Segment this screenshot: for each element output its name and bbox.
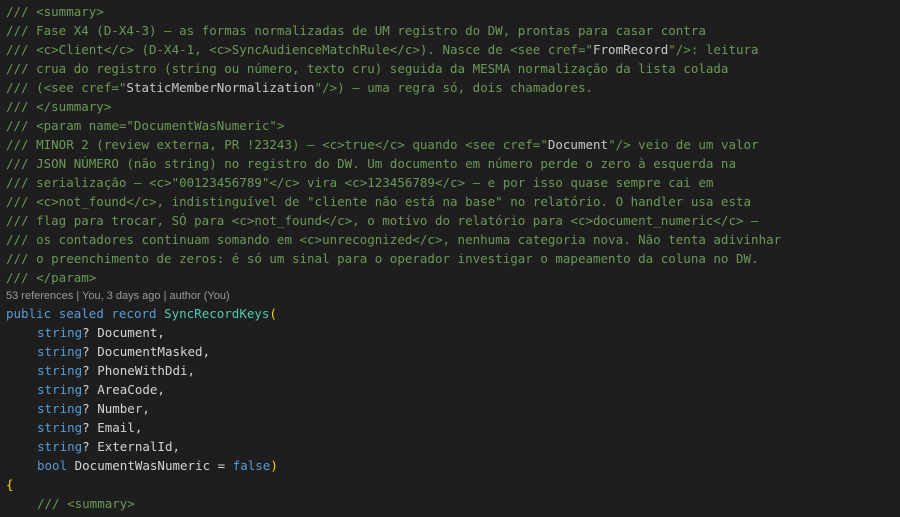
param-line: string? Number, (6, 399, 150, 418)
param-name: ? Document, (82, 325, 165, 340)
param-name: ? Number, (82, 401, 150, 416)
open-paren: ( (269, 306, 277, 321)
code-line: /// <summary> (6, 4, 104, 19)
param-type: string (37, 382, 83, 397)
param-name: ? DocumentMasked, (82, 344, 211, 359)
keyword-public: public (6, 306, 52, 321)
code-line: /// serialização — <c>"00123456789"</c> … (6, 175, 714, 190)
param-type: string (37, 344, 83, 359)
param-name: ? Email, (82, 420, 143, 435)
param-name: ? ExternalId, (82, 439, 180, 454)
param-line: string? Email, (6, 418, 142, 437)
comment-text: /// <c>Client</c> (D-X4-1, <c>SyncAudien… (6, 42, 593, 57)
close-paren: ) (270, 458, 278, 473)
cref-value: Document (547, 137, 609, 152)
code-line: /// </param> (6, 270, 97, 285)
comment-text: /// MINOR 2 (review externa, PR !23243) … (6, 137, 548, 152)
comment-text: "/>) — uma regra só, dois chamadores. (314, 80, 594, 95)
param-type: string (37, 401, 83, 416)
comment-text: "/> veio de um valor (608, 137, 759, 152)
param-name: ? AreaCode, (82, 382, 165, 397)
param-line: string? DocumentMasked, (6, 342, 210, 361)
param-type: string (37, 439, 83, 454)
code-line: /// MINOR 2 (review externa, PR !23243) … (6, 135, 759, 154)
param-type: string (37, 420, 83, 435)
record-declaration: public sealed record SyncRecordKeys( (6, 304, 277, 323)
param-line: bool DocumentWasNumeric = false) (6, 456, 278, 475)
code-line: /// flag para trocar, SÓ para <c>not_fou… (6, 213, 759, 228)
code-line: /// Fase X4 (D-X4-3) — as formas normali… (6, 23, 706, 38)
param-line: string? PhoneWithDdi, (6, 361, 195, 380)
code-line: /// (<see cref="StaticMemberNormalizatio… (6, 78, 593, 97)
code-line: /// </summary> (6, 99, 112, 114)
param-line: string? AreaCode, (6, 380, 165, 399)
param-name: ? PhoneWithDdi, (82, 363, 196, 378)
param-type: string (37, 363, 83, 378)
keyword-false: false (232, 458, 271, 473)
code-line: /// <c>not_found</c>, indistinguível de … (6, 194, 752, 209)
param-line: string? Document, (6, 323, 165, 342)
code-editor[interactable]: /// <summary> /// Fase X4 (D-X4-3) — as … (0, 0, 900, 517)
code-line: /// ... (6, 513, 90, 517)
code-line: /// JSON NÚMERO (não string) no registro… (6, 156, 736, 171)
param-line: string? ExternalId, (6, 437, 180, 456)
keyword-record: record (111, 306, 157, 321)
cref-value: StaticMemberNormalization (126, 80, 315, 95)
open-brace: { (6, 477, 14, 492)
type-name: SyncRecordKeys (164, 306, 270, 321)
code-line: /// <param name="DocumentWasNumeric"> (6, 118, 285, 133)
param-name: DocumentWasNumeric = (67, 458, 233, 473)
code-line: /// crua do registro (string ou número, … (6, 61, 729, 76)
code-line: /// o preenchimento de zeros: é só um si… (6, 251, 759, 266)
param-type: string (37, 325, 83, 340)
code-line: /// <summary> (6, 494, 135, 513)
keyword-sealed: sealed (58, 306, 104, 321)
comment-text: /// <summary> (37, 496, 135, 511)
cref-value: FromRecord (593, 42, 669, 57)
code-line: /// os contadores continuam somando em <… (6, 232, 782, 247)
codelens-references[interactable]: 53 references | You, 3 days ago | author… (6, 288, 230, 304)
param-type: bool (37, 458, 68, 473)
comment-text: "/>: leitura (668, 42, 759, 57)
comment-text: /// (<see cref=" (6, 80, 127, 95)
code-line: /// <c>Client</c> (D-X4-1, <c>SyncAudien… (6, 40, 759, 59)
